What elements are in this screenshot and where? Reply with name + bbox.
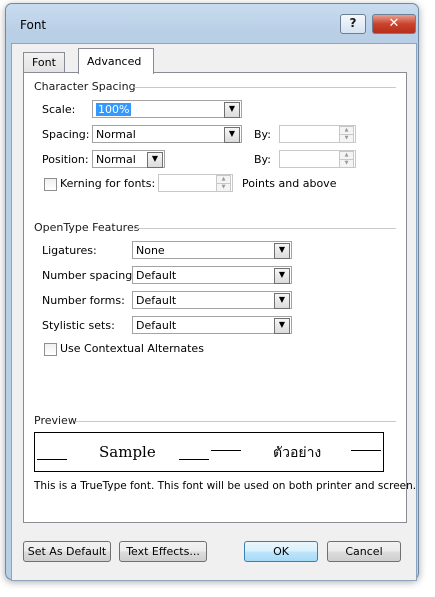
- ligatures-value: None: [136, 244, 165, 257]
- group-divider: [76, 421, 396, 422]
- preview-baseline: [37, 459, 67, 460]
- group-divider: [134, 228, 396, 229]
- preview-baseline: [179, 459, 209, 460]
- spin-down-icon[interactable]: ▼: [339, 134, 354, 143]
- chevron-down-icon[interactable]: ▼: [224, 127, 240, 143]
- preview-line: [211, 450, 241, 451]
- opentype-title: OpenType Features: [34, 221, 140, 234]
- preview-sample-latin: Sample: [99, 443, 156, 461]
- position-label: Position:: [42, 153, 89, 166]
- kerning-checkbox[interactable]: [44, 178, 57, 191]
- scale-value: 100%: [96, 103, 132, 116]
- preview-description: This is a TrueType font. This font will …: [34, 480, 417, 492]
- help-button[interactable]: ?: [340, 14, 366, 34]
- spin-down-icon[interactable]: ▼: [339, 159, 354, 168]
- contextual-alternates-checkbox[interactable]: [44, 343, 57, 356]
- tab-advanced-label: Advanced: [87, 55, 142, 68]
- contextual-alternates-label[interactable]: Use Contextual Alternates: [60, 342, 204, 355]
- set-as-default-button[interactable]: Set As Default: [23, 541, 111, 562]
- group-divider: [134, 87, 396, 88]
- number-forms-combo[interactable]: Default ▼: [132, 291, 292, 309]
- tab-font-label: Font: [32, 56, 56, 69]
- tab-advanced[interactable]: Advanced: [78, 48, 154, 74]
- dialog-title: Font: [20, 18, 47, 32]
- spacing-by-label: By:: [254, 128, 271, 141]
- position-value: Normal: [96, 153, 136, 166]
- chevron-down-icon[interactable]: ▼: [274, 293, 290, 309]
- number-forms-label: Number forms:: [42, 294, 125, 307]
- kerning-spinner[interactable]: ▲ ▼: [158, 174, 233, 192]
- number-spacing-combo[interactable]: Default ▼: [132, 266, 292, 284]
- preview-title: Preview: [34, 414, 77, 427]
- position-combo[interactable]: Normal ▼: [92, 150, 165, 168]
- chevron-down-icon[interactable]: ▼: [274, 268, 290, 284]
- ok-button[interactable]: OK: [244, 541, 318, 562]
- position-by-spinner[interactable]: ▲ ▼: [279, 150, 356, 168]
- advanced-panel: Character Spacing Scale: 100% ▼ Spacing:…: [23, 72, 416, 523]
- chevron-down-icon[interactable]: ▼: [147, 152, 163, 168]
- dialog-client: Font Advanced Character Spacing Scale: 1…: [11, 43, 417, 581]
- scale-combo[interactable]: 100% ▼: [92, 100, 242, 118]
- spacing-by-spinner[interactable]: ▲ ▼: [279, 125, 356, 143]
- kerning-suffix: Points and above: [242, 177, 337, 190]
- close-button[interactable]: ✕: [372, 14, 416, 34]
- tab-font[interactable]: Font: [23, 52, 65, 74]
- cancel-button[interactable]: Cancel: [327, 541, 401, 562]
- chevron-down-icon[interactable]: ▼: [274, 243, 290, 259]
- preview-line: [351, 450, 381, 451]
- stylistic-sets-combo[interactable]: Default ▼: [132, 316, 292, 334]
- stylistic-sets-value: Default: [136, 319, 177, 332]
- number-forms-value: Default: [136, 294, 177, 307]
- text-effects-button[interactable]: Text Effects...: [119, 541, 207, 562]
- spin-down-icon[interactable]: ▼: [216, 183, 231, 192]
- chevron-down-icon[interactable]: ▼: [224, 102, 240, 118]
- chevron-down-icon[interactable]: ▼: [274, 318, 290, 334]
- position-by-label: By:: [254, 153, 271, 166]
- character-spacing-title: Character Spacing: [34, 80, 136, 93]
- spacing-combo[interactable]: Normal ▼: [92, 125, 242, 143]
- number-spacing-label: Number spacing:: [42, 269, 136, 282]
- number-spacing-value: Default: [136, 269, 177, 282]
- kerning-label[interactable]: Kerning for fonts:: [60, 177, 155, 190]
- scale-label: Scale:: [42, 103, 76, 116]
- ligatures-combo[interactable]: None ▼: [132, 241, 292, 259]
- spacing-label: Spacing:: [42, 128, 90, 141]
- spacing-value: Normal: [96, 128, 136, 141]
- ligatures-label: Ligatures:: [42, 244, 97, 257]
- stylistic-sets-label: Stylistic sets:: [42, 319, 115, 332]
- preview-box: Sample ตัวอย่าง: [34, 432, 384, 472]
- preview-sample-thai: ตัวอย่าง: [273, 445, 322, 461]
